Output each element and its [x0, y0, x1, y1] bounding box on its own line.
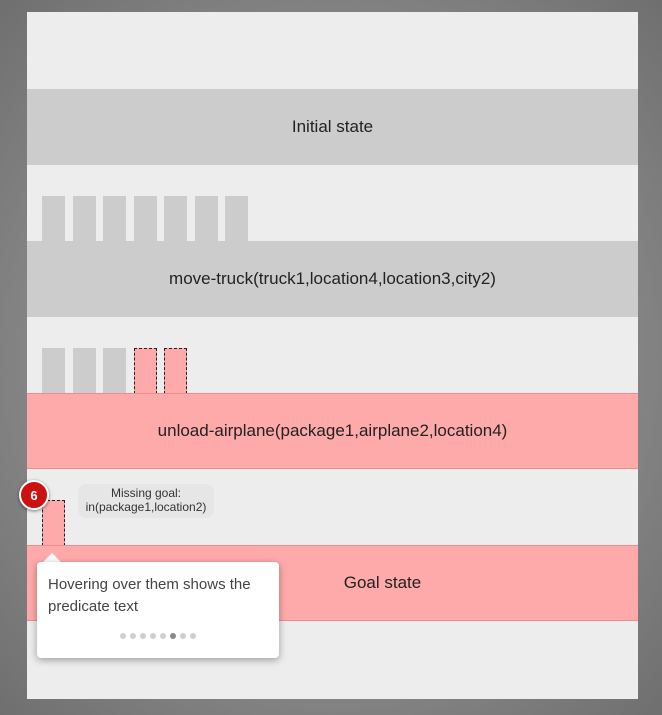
pagination-dot[interactable] — [160, 633, 166, 639]
predicate-block[interactable] — [73, 196, 96, 242]
action-label: unload-airplane(package1,airplane2,locat… — [157, 421, 508, 440]
pagination-dot[interactable] — [170, 633, 176, 639]
step-number: 6 — [30, 487, 38, 503]
tooltip-arrow — [43, 553, 61, 562]
action-band-move-truck: move-truck(truck1,location4,location3,ci… — [27, 241, 638, 317]
tour-pagination — [37, 633, 279, 639]
action-band-unload-airplane: unload-airplane(package1,airplane2,locat… — [27, 393, 638, 469]
failed-predicate-block[interactable] — [164, 348, 187, 394]
predicate-block[interactable] — [164, 196, 187, 242]
pagination-dot[interactable] — [180, 633, 186, 639]
failed-predicate-block[interactable] — [134, 348, 157, 394]
predicate-block[interactable] — [42, 348, 65, 394]
tour-tooltip: Hovering over them shows the predicate t… — [37, 562, 279, 658]
predicate-block[interactable] — [103, 196, 126, 242]
predicate-block[interactable] — [225, 196, 248, 242]
initial-state-band: Initial state — [27, 89, 638, 165]
pagination-dot[interactable] — [140, 633, 146, 639]
goal-state-label: Goal state — [343, 573, 422, 592]
pagination-dot[interactable] — [130, 633, 136, 639]
missing-goal-tooltip: Missing goal: in(package1,location2) — [78, 484, 214, 518]
action-label: move-truck(truck1,location4,location3,ci… — [169, 269, 496, 288]
predicate-block[interactable] — [42, 196, 65, 242]
pagination-dot[interactable] — [150, 633, 156, 639]
missing-goal-predicate-block[interactable] — [42, 500, 65, 546]
predicate-block[interactable] — [134, 196, 157, 242]
predicate-block[interactable] — [195, 196, 218, 242]
predicate-block[interactable] — [73, 348, 96, 394]
initial-state-label: Initial state — [291, 117, 374, 136]
predicate-block[interactable] — [103, 348, 126, 394]
missing-goal-predicate: in(package1,location2) — [85, 500, 207, 514]
missing-goal-title: Missing goal: — [110, 486, 182, 500]
pagination-dot[interactable] — [190, 633, 196, 639]
step-badge: 6 — [19, 480, 49, 510]
pagination-dot[interactable] — [120, 633, 126, 639]
tooltip-text: Hovering over them shows the predicate t… — [48, 576, 251, 615]
